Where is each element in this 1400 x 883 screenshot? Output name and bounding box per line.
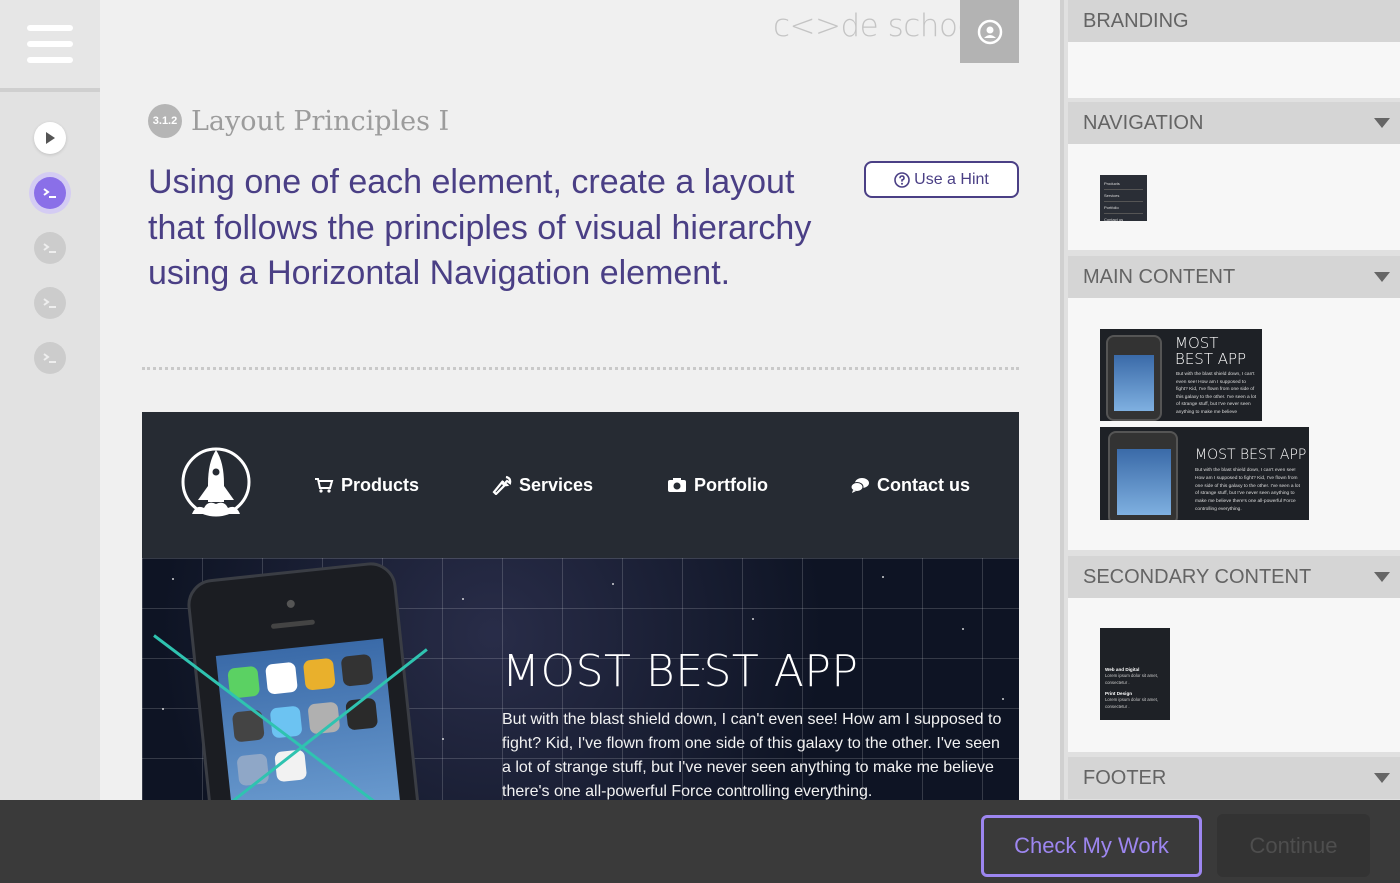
thumb-text: Lorem ipsum dolor sit amet, consectetur … xyxy=(1105,673,1159,685)
section-main-content-body: MOST BEST APP But with the blast shield … xyxy=(1068,298,1400,550)
hero-text: But with the blast shield down, I can't … xyxy=(502,711,1002,800)
preview-nav-links: Products Services Portfolio Contact us xyxy=(314,475,990,496)
thumb-text: But with the blast shield down, I can't … xyxy=(1195,468,1300,512)
preview-navigation: Products Services Portfolio Contact us xyxy=(142,412,1019,558)
main-content-thumbnail-1[interactable]: MOST BEST APP But with the blast shield … xyxy=(1100,329,1262,421)
nav-label: Contact us xyxy=(877,474,971,495)
play-step-button[interactable] xyxy=(34,122,66,154)
thumb-nav-item: Products xyxy=(1104,178,1143,190)
section-secondary-content-body: Web and Digital Lorem ipsum dolor sit am… xyxy=(1068,598,1400,752)
section-title: SECONDARY CONTENT xyxy=(1083,565,1312,588)
thumb-text: But with the blast shield down, I can't … xyxy=(1176,372,1257,415)
thumb-nav-item: Portfolio xyxy=(1104,202,1143,214)
chat-icon xyxy=(850,478,869,493)
vertical-nav-thumbnail[interactable]: Products Services Portfolio Contact us xyxy=(1100,175,1147,222)
thumb-nav-item: Services xyxy=(1104,190,1143,202)
terminal-icon xyxy=(43,353,56,363)
preview-nav-products[interactable]: Products xyxy=(314,475,492,496)
section-main-content-header[interactable]: MAIN CONTENT xyxy=(1068,256,1400,298)
preview-nav-portfolio[interactable]: Portfolio xyxy=(667,475,850,496)
preview-nav-contact[interactable]: Contact us xyxy=(850,475,990,496)
challenge-steps xyxy=(0,92,100,374)
code-school-logo[interactable]: c<>de school xyxy=(773,8,985,44)
chevron-down-icon xyxy=(1374,118,1390,128)
section-branding-body xyxy=(1068,42,1400,98)
use-hint-button[interactable]: Use a Hint xyxy=(864,161,1019,198)
main-area: c<>de school 3.1.2 Layout Principles I U… xyxy=(100,0,1060,883)
terminal-step-button[interactable] xyxy=(34,342,66,374)
section-title: MAIN CONTENT xyxy=(1083,265,1236,288)
camera-icon xyxy=(668,478,686,492)
thumb-title: MOST BEST APP xyxy=(1195,447,1307,463)
section-navigation-body: Products Services Portfolio Contact us xyxy=(1068,144,1400,250)
nav-label: Portfolio xyxy=(694,474,768,495)
thumb-heading: Web and Digital xyxy=(1105,667,1140,672)
terminal-icon xyxy=(43,243,56,253)
user-account-button[interactable] xyxy=(960,0,1019,63)
section-footer-header[interactable]: FOOTER xyxy=(1068,757,1400,799)
terminal-icon xyxy=(43,188,56,198)
hero-title: MOST BEST APP xyxy=(502,646,859,697)
question-icon xyxy=(894,171,910,188)
continue-button[interactable]: Continue xyxy=(1217,814,1370,877)
play-icon xyxy=(46,132,55,144)
preview-nav-services[interactable]: Services xyxy=(492,475,667,496)
chevron-down-icon xyxy=(1374,773,1390,783)
menu-icon[interactable] xyxy=(27,25,73,63)
thumb-nav-item: Contact us xyxy=(1104,217,1124,222)
terminal-step-button-active[interactable] xyxy=(34,177,66,209)
challenge-text: Using one of each element, create a layo… xyxy=(148,163,812,292)
level-title: Layout Principles I xyxy=(191,105,450,137)
secondary-content-thumbnail[interactable]: Web and Digital Lorem ipsum dolor sit am… xyxy=(1100,628,1170,720)
dotted-divider xyxy=(142,367,1019,370)
wrench-icon xyxy=(492,475,512,495)
terminal-step-button[interactable] xyxy=(34,232,66,264)
thumb-title: MOST BEST APP xyxy=(1175,334,1247,368)
thumb-text: Lorem ipsum dolor sit amet, consectetur … xyxy=(1105,697,1159,709)
chevron-down-icon xyxy=(1374,572,1390,582)
cart-icon xyxy=(315,478,334,493)
main-content-thumbnail-2[interactable]: MOST BEST APP But with the blast shield … xyxy=(1100,427,1309,520)
user-icon xyxy=(977,19,1002,44)
nav-label: Services xyxy=(519,474,594,495)
section-title: BRANDING xyxy=(1083,9,1189,32)
terminal-step-button[interactable] xyxy=(34,287,66,319)
hint-label: Use a Hint xyxy=(914,170,989,188)
rail-header xyxy=(0,0,100,92)
section-secondary-content-header[interactable]: SECONDARY CONTENT xyxy=(1068,556,1400,598)
section-title: FOOTER xyxy=(1083,766,1167,789)
level-heading: 3.1.2 Layout Principles I xyxy=(148,104,449,138)
left-rail xyxy=(0,0,100,883)
section-title: NAVIGATION xyxy=(1083,111,1204,134)
chevron-down-icon xyxy=(1374,272,1390,282)
level-badge: 3.1.2 xyxy=(148,104,182,138)
terminal-icon xyxy=(43,298,56,308)
bottom-action-bar: Check My Work Continue xyxy=(0,800,1400,883)
nav-label: Products xyxy=(341,474,420,495)
rocket-logo-icon xyxy=(181,447,251,517)
section-navigation-header[interactable]: NAVIGATION xyxy=(1068,102,1400,144)
element-panel: BRANDING NAVIGATION Products Services Po… xyxy=(1060,0,1400,883)
layout-preview: Products Services Portfolio Contact us M… xyxy=(142,412,1019,812)
section-branding-header[interactable]: BRANDING xyxy=(1068,0,1400,42)
preview-hero: MOST BEST APP But with the blast shield … xyxy=(142,558,1019,812)
thumb-heading: Print Design xyxy=(1105,691,1133,696)
check-my-work-button[interactable]: Check My Work xyxy=(981,815,1202,877)
